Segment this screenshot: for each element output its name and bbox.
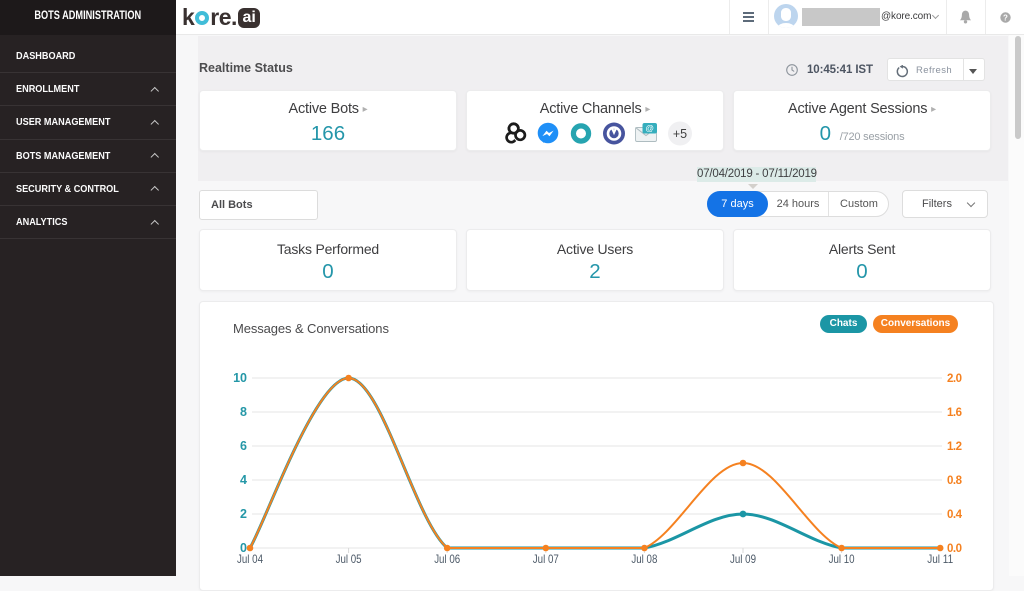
svg-text:1.2: 1.2 xyxy=(947,441,962,453)
svg-text:1.6: 1.6 xyxy=(947,407,962,419)
svg-text:Jul 09: Jul 09 xyxy=(730,552,756,566)
svg-text:8: 8 xyxy=(240,405,247,419)
svg-text:Jul 05: Jul 05 xyxy=(336,552,362,566)
svg-text:4: 4 xyxy=(240,473,247,487)
svg-text:?: ? xyxy=(1003,13,1008,22)
svg-text:Jul 04: Jul 04 xyxy=(237,552,263,566)
svg-text:10: 10 xyxy=(233,371,247,385)
svg-text:Jul 10: Jul 10 xyxy=(829,552,855,566)
svg-text:Jul 11: Jul 11 xyxy=(927,552,953,566)
svg-text:Jul 06: Jul 06 xyxy=(434,552,460,566)
svg-text:6: 6 xyxy=(240,439,247,453)
svg-text:+5: +5 xyxy=(673,127,687,141)
svg-text:Jul 07: Jul 07 xyxy=(533,552,559,566)
svg-text:0.8: 0.8 xyxy=(947,475,963,487)
svg-text:@: @ xyxy=(645,123,654,133)
svg-text:0.4: 0.4 xyxy=(947,509,963,521)
svg-text:2.0: 2.0 xyxy=(947,373,962,385)
svg-text:2: 2 xyxy=(240,507,247,521)
svg-text:Jul 08: Jul 08 xyxy=(631,552,657,566)
